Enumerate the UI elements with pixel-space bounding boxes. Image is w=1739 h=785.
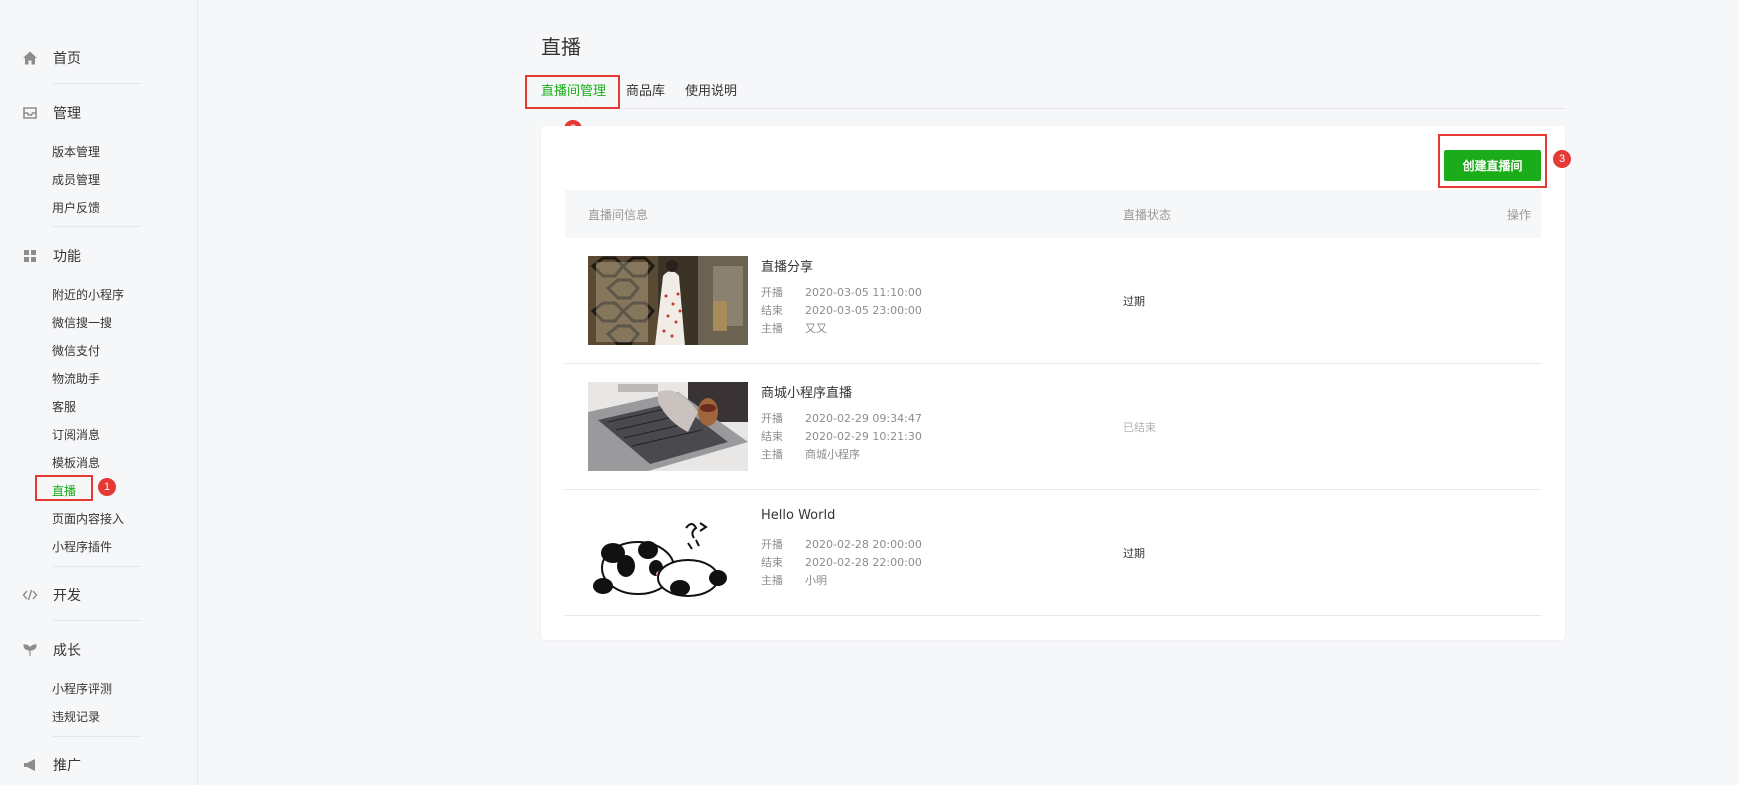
sidebar-item-subscribe[interactable]: 订阅消息 [52, 426, 100, 444]
step-badge-3: 3 [1553, 150, 1571, 168]
nav-manage-label: 管理 [53, 106, 81, 122]
sidebar-item-version[interactable]: 版本管理 [52, 143, 100, 161]
tabs-underline [541, 108, 1565, 109]
meta-host-label: 主播 [761, 448, 783, 461]
header-status: 直播状态 [1123, 208, 1172, 222]
meta-host: 主播 商城小程序 [761, 445, 860, 464]
meta-host-value: 商城小程序 [805, 448, 860, 461]
table-row: 直播分享 开播 2020-03-05 11:10:00 结束 2020-03-05 … [565, 238, 1541, 364]
live-room-title[interactable]: Hello World [761, 508, 835, 523]
step-badge-1: 1 [98, 478, 116, 496]
nav-promote-label: 推广 [53, 758, 81, 774]
meta-end-label: 结束 [761, 556, 783, 569]
meta-end-label: 结束 [761, 430, 783, 443]
sidebar-item-content[interactable]: 页面内容接入 [52, 510, 124, 528]
sidebar-item-feedback[interactable]: 用户反馈 [52, 199, 100, 217]
nav-dev[interactable]: 开发 [22, 584, 81, 606]
live-room-title[interactable]: 直播分享 [761, 256, 813, 275]
live-cover-image[interactable] [588, 382, 748, 471]
status-badge: 过期 [1123, 547, 1145, 560]
divider [52, 83, 141, 84]
divider [52, 736, 141, 737]
megaphone-icon [22, 757, 38, 773]
meta-start-value: 2020-02-29 09:34:47 [805, 412, 922, 425]
sidebar-item-pay[interactable]: 微信支付 [52, 342, 100, 360]
header-info: 直播间信息 [588, 208, 649, 222]
live-cover-image[interactable] [588, 256, 748, 345]
header-action: 操作 [1506, 208, 1531, 222]
meta-end-value: 2020-03-05 23:00:00 [805, 304, 922, 317]
nav-promote[interactable]: 推广 [22, 754, 81, 776]
status-badge: 过期 [1123, 295, 1145, 308]
grid-icon [22, 248, 38, 264]
sidebar-item-violations[interactable]: 违规记录 [52, 708, 100, 726]
sidebar: 首页 管理 版本管理 成员管理 用户反馈 功能 附近的小程序 微信搜一搜 微信支… [0, 0, 198, 785]
sidebar-item-template[interactable]: 模板消息 [52, 454, 100, 472]
meta-start: 开播 2020-02-28 20:00:00 [761, 535, 922, 554]
inbox-icon [22, 105, 38, 121]
meta-start-label: 开播 [761, 286, 783, 299]
tab-instructions[interactable]: 使用说明 [685, 82, 737, 102]
nav-dev-label: 开发 [53, 588, 81, 604]
sprout-icon [22, 642, 38, 658]
callout-create [1438, 134, 1547, 188]
live-room-title[interactable]: 商城小程序直播 [761, 382, 852, 401]
live-cover-image[interactable] [588, 508, 748, 597]
callout-tab [525, 75, 620, 109]
divider [52, 566, 141, 567]
tab-product-library[interactable]: 商品库 [626, 82, 665, 102]
meta-start: 开播 2020-03-05 11:10:00 [761, 283, 922, 302]
meta-start-value: 2020-02-28 20:00:00 [805, 538, 922, 551]
meta-end-label: 结束 [761, 304, 783, 317]
meta-host-value: 小明 [805, 574, 827, 587]
meta-end: 结束 2020-02-28 22:00:00 [761, 553, 922, 572]
meta-start-label: 开播 [761, 412, 783, 425]
sidebar-item-review[interactable]: 小程序评测 [52, 680, 112, 698]
nav-growth[interactable]: 成长 [22, 639, 81, 661]
meta-end-value: 2020-02-28 22:00:00 [805, 556, 922, 569]
home-icon [22, 50, 38, 66]
table-row: 商城小程序直播 开播 2020-02-29 09:34:47 结束 2020-02-… [565, 364, 1541, 490]
nav-manage[interactable]: 管理 [22, 102, 81, 124]
meta-start: 开播 2020-02-29 09:34:47 [761, 409, 922, 428]
meta-host-label: 主播 [761, 574, 783, 587]
nav-home-label: 首页 [53, 51, 81, 67]
nav-growth-label: 成长 [53, 643, 81, 659]
page-title: 直播 [541, 35, 581, 59]
nav-features-label: 功能 [53, 249, 81, 265]
table-row: Hello World 开播 2020-02-28 20:00:00 结束 2020… [565, 490, 1541, 616]
sidebar-item-search[interactable]: 微信搜一搜 [52, 314, 112, 332]
sidebar-item-nearby[interactable]: 附近的小程序 [52, 286, 124, 304]
meta-end: 结束 2020-02-29 10:21:30 [761, 427, 922, 446]
divider [52, 620, 141, 621]
meta-end-value: 2020-02-29 10:21:30 [805, 430, 922, 443]
meta-end: 结束 2020-03-05 23:00:00 [761, 301, 922, 320]
meta-host: 主播 又又 [761, 319, 827, 338]
divider [52, 226, 141, 227]
nav-home[interactable]: 首页 [22, 47, 81, 69]
meta-start-label: 开播 [761, 538, 783, 551]
code-icon [22, 587, 38, 603]
sidebar-item-plugin[interactable]: 小程序插件 [52, 538, 112, 556]
sidebar-item-service[interactable]: 客服 [52, 398, 76, 416]
callout-live [35, 475, 93, 501]
nav-features[interactable]: 功能 [22, 245, 81, 267]
meta-host-value: 又又 [805, 322, 827, 335]
status-badge: 已结束 [1123, 421, 1156, 434]
table-header: 直播间信息 直播状态 操作 [565, 190, 1541, 238]
meta-host-label: 主播 [761, 322, 783, 335]
sidebar-item-logistics[interactable]: 物流助手 [52, 370, 100, 388]
meta-host: 主播 小明 [761, 571, 827, 590]
meta-start-value: 2020-03-05 11:10:00 [805, 286, 922, 299]
sidebar-item-members[interactable]: 成员管理 [52, 171, 100, 189]
